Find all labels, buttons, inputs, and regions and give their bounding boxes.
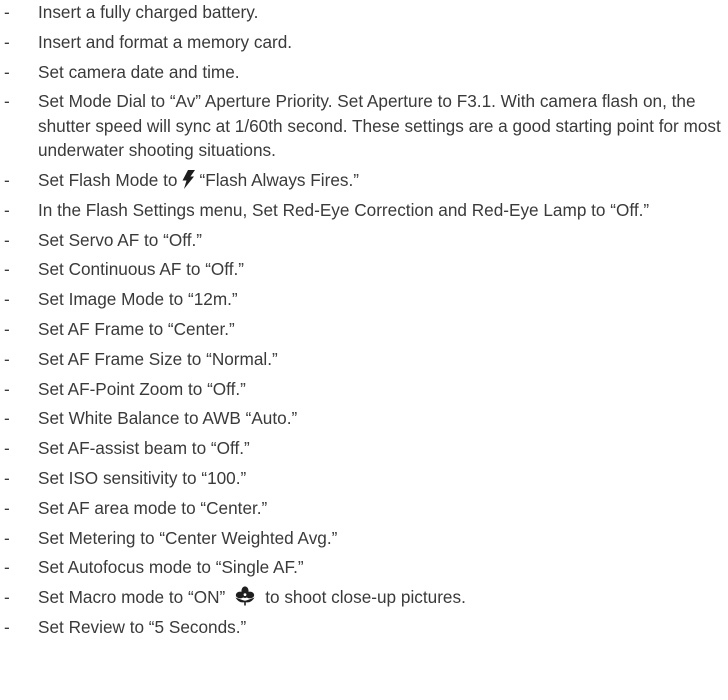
list-item-text: Set Flash Mode to “Flash Always Fires.”: [38, 168, 728, 192]
list-item-text: Set Continuous AF to “Off.”: [38, 259, 245, 280]
list-bullet: -: [4, 497, 10, 518]
list-item: - Set ISO sensitivity to “100.”: [0, 466, 728, 490]
list-item-text-after: to shoot close-up pictures.: [265, 587, 466, 608]
list-bullet: -: [4, 557, 10, 578]
list-item-text: Set Autofocus mode to “Single AF.”: [38, 557, 304, 578]
list-item: - Insert and format a memory card.: [0, 30, 728, 54]
list-item-text: Set AF-assist beam to “Off.”: [38, 438, 250, 459]
list-item: - Set AF-Point Zoom to “Off.”: [0, 377, 728, 401]
list-item: - Set Review to “5 Seconds.”: [0, 615, 728, 639]
list-item-text: Set Image Mode to “12m.”: [38, 289, 238, 310]
list-item-text: Set Mode Dial to “Av” Aperture Priority.…: [38, 91, 721, 161]
list-bullet: -: [4, 259, 10, 280]
list-item: - Set Mode Dial to “Av” Aperture Priorit…: [0, 89, 728, 162]
list-bullet: -: [4, 2, 10, 22]
list-item-text: Set AF Frame Size to “Normal.”: [38, 348, 278, 369]
list-item-text: Set Metering to “Center Weighted Avg.”: [38, 527, 338, 548]
list-item: - Insert a fully charged battery.: [0, 0, 728, 24]
list-item-text: Set Macro mode to “ON” to shoot close-up …: [38, 585, 728, 609]
list-item-text: Set White Balance to AWB “Auto.”: [38, 408, 298, 429]
list-item: - Set Servo AF to “Off.”: [0, 228, 728, 252]
list-bullet: -: [4, 318, 10, 339]
list-item: - Set Continuous AF to “Off.”: [0, 257, 728, 281]
list-item: - Set White Balance to AWB “Auto.”: [0, 406, 728, 430]
list-bullet: -: [4, 61, 10, 82]
list-bullet: -: [4, 199, 10, 220]
list-bullet: -: [4, 587, 10, 608]
list-bullet: -: [4, 170, 10, 190]
list-item-macro-mode: - Set Macro mode to “ON” to shoot close-u…: [0, 585, 728, 609]
list-bullet: -: [4, 616, 10, 637]
list-item-text: Set AF-Point Zoom to “Off.”: [38, 378, 246, 399]
list-item: - Set AF area mode to “Center.”: [0, 496, 728, 520]
list-item-text-after: “Flash Always Fires.”: [199, 170, 359, 190]
list-bullet: -: [4, 438, 10, 459]
list-bullet: -: [4, 289, 10, 310]
list-item: - Set Metering to “Center Weighted Avg.”: [0, 526, 728, 550]
list-item: - Set Autofocus mode to “Single AF.”: [0, 555, 728, 579]
list-item-text: Set ISO sensitivity to “100.”: [38, 467, 247, 488]
list-bullet: -: [4, 91, 10, 112]
list-item-text: Insert and format a memory card.: [38, 31, 293, 52]
list-item: - Set AF Frame to “Center.”: [0, 317, 728, 341]
macro-flower-icon: [234, 586, 256, 606]
list-item-flash-mode: - Set Flash Mode to “Flash Always Fires.”: [0, 168, 728, 192]
flash-icon: [181, 170, 196, 189]
list-bullet: -: [4, 467, 10, 488]
list-item-text: Set AF Frame to “Center.”: [38, 318, 235, 339]
list-item: - Set AF Frame Size to “Normal.”: [0, 347, 728, 371]
camera-setup-document: - Insert a fully charged battery. - Inse…: [0, 0, 728, 645]
list-item: - Set AF-assist beam to “Off.”: [0, 436, 728, 460]
list-bullet: -: [4, 527, 10, 548]
list-bullet: -: [4, 31, 10, 52]
list-item-text: In the Flash Settings menu, Set Red-Eye …: [38, 199, 650, 220]
list-bullet: -: [4, 378, 10, 399]
list-item: - Set Image Mode to “12m.”: [0, 287, 728, 311]
list-item: - Set camera date and time.: [0, 60, 728, 84]
list-bullet: -: [4, 408, 10, 429]
list-item-text: Set camera date and time.: [38, 61, 240, 82]
list-bullet: -: [4, 348, 10, 369]
list-item: - In the Flash Settings menu, Set Red-Ey…: [0, 198, 728, 222]
list-item-text-before: Set Flash Mode to: [38, 170, 178, 190]
setup-checklist: - Insert a fully charged battery. - Inse…: [0, 0, 728, 639]
list-item-text: Insert a fully charged battery.: [38, 2, 259, 22]
list-item-text: Set AF area mode to “Center.”: [38, 497, 268, 518]
list-item-text-before: Set Macro mode to “ON”: [38, 587, 226, 608]
list-bullet: -: [4, 229, 10, 250]
list-item-text: Set Review to “5 Seconds.”: [38, 616, 247, 637]
list-item-text: Set Servo AF to “Off.”: [38, 229, 202, 250]
